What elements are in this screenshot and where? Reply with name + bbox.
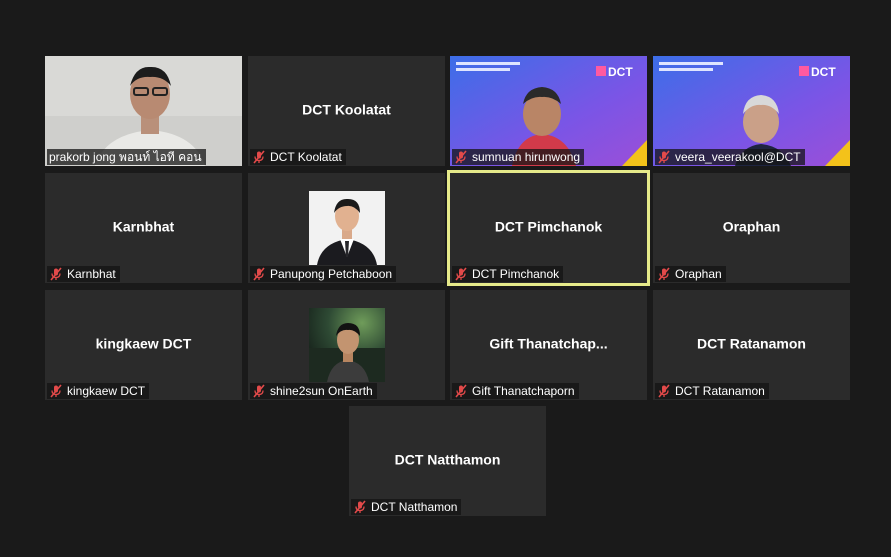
mic-muted-icon — [658, 150, 670, 164]
participant-avatar — [309, 191, 385, 265]
participant-name: prakorb jong พอนท์ ไอที คอน — [49, 150, 202, 164]
participant-name: sumnuan hirunwong — [472, 150, 581, 164]
participant-name-label: Karnbhat — [47, 266, 120, 282]
participant-display-name: DCT Natthamon — [394, 451, 501, 468]
participant-name-label: DCT Natthamon — [351, 499, 462, 515]
participant-name: Gift Thanatchaporn — [472, 384, 575, 398]
participant-name: shine2sun OnEarth — [270, 384, 373, 398]
participant-name-label: kingkaew DCT — [47, 383, 150, 399]
participant-tile[interactable]: Oraphan Oraphan — [653, 173, 850, 283]
participant-name-label: sumnuan hirunwong — [452, 149, 585, 165]
mic-muted-icon — [253, 150, 265, 164]
participant-tile[interactable]: kingkaew DCT kingkaew DCT — [45, 290, 242, 400]
participant-name-label: shine2sun OnEarth — [250, 383, 377, 399]
participant-name-label: DCT Pimchanok — [452, 266, 564, 282]
participant-tile[interactable]: Gift Thanatchap... Gift Thanatchaporn — [450, 290, 647, 400]
participant-name-label: Oraphan — [655, 266, 726, 282]
participant-name: Panupong Petchaboon — [270, 267, 393, 281]
mic-muted-icon — [455, 384, 467, 398]
participant-display-name: DCT Ratanamon — [697, 335, 806, 352]
participant-avatar — [309, 308, 385, 382]
participant-name-label: DCT Koolatat — [250, 149, 346, 165]
mic-muted-icon — [253, 384, 265, 398]
mic-muted-icon — [455, 150, 467, 164]
participant-name-label: DCT Ratanamon — [655, 383, 769, 399]
participant-tile-active-speaker[interactable]: DCT Pimchanok DCT Pimchanok — [447, 170, 650, 286]
participant-name-label: prakorb jong พอนท์ ไอที คอน — [47, 149, 206, 165]
participant-name: Karnbhat — [67, 267, 116, 281]
mic-muted-icon — [658, 267, 670, 281]
participant-tile[interactable]: prakorb jong พอนท์ ไอที คอน — [45, 56, 242, 166]
participant-name: DCT Pimchanok — [472, 267, 560, 281]
mic-muted-icon — [50, 267, 62, 281]
participant-tile[interactable]: DCT Ratanamon DCT Ratanamon — [653, 290, 850, 400]
participant-tile[interactable]: DCT sumnuan hirunwong — [450, 56, 647, 166]
mic-muted-icon — [354, 500, 366, 514]
participant-tile[interactable]: Panupong Petchaboon — [248, 173, 445, 283]
dct-logo-text: DCT — [608, 65, 633, 79]
mic-muted-icon — [658, 384, 670, 398]
participant-display-name: Gift Thanatchap... — [489, 335, 608, 352]
participant-name-label: Panupong Petchaboon — [250, 266, 397, 282]
dct-logo-text: DCT — [811, 65, 836, 79]
participant-tile[interactable]: DCT Koolatat DCT Koolatat — [248, 56, 445, 166]
participant-name: Oraphan — [675, 267, 722, 281]
participant-display-name: Oraphan — [722, 218, 781, 235]
participant-tile[interactable]: Karnbhat Karnbhat — [45, 173, 242, 283]
participant-name-label: Gift Thanatchaporn — [452, 383, 579, 399]
participant-tile[interactable]: shine2sun OnEarth — [248, 290, 445, 400]
participant-display-name: DCT Koolatat — [302, 101, 391, 118]
participant-display-name: DCT Pimchanok — [494, 218, 603, 235]
participant-name: DCT Ratanamon — [675, 384, 765, 398]
participant-name: veera_veerakool@DCT — [675, 150, 801, 164]
participant-tile[interactable]: DCT Natthamon DCT Natthamon — [349, 406, 546, 516]
participant-display-name: kingkaew DCT — [95, 335, 192, 352]
participant-name: DCT Natthamon — [371, 500, 458, 514]
participant-name-label: veera_veerakool@DCT — [655, 149, 805, 165]
participant-name: kingkaew DCT — [67, 384, 146, 398]
mic-muted-icon — [50, 384, 62, 398]
participant-name: DCT Koolatat — [270, 150, 342, 164]
mic-muted-icon — [455, 267, 467, 281]
participant-display-name: Karnbhat — [112, 218, 175, 235]
participant-tile[interactable]: DCT veera_veerakool@DCT — [653, 56, 850, 166]
mic-muted-icon — [253, 267, 265, 281]
